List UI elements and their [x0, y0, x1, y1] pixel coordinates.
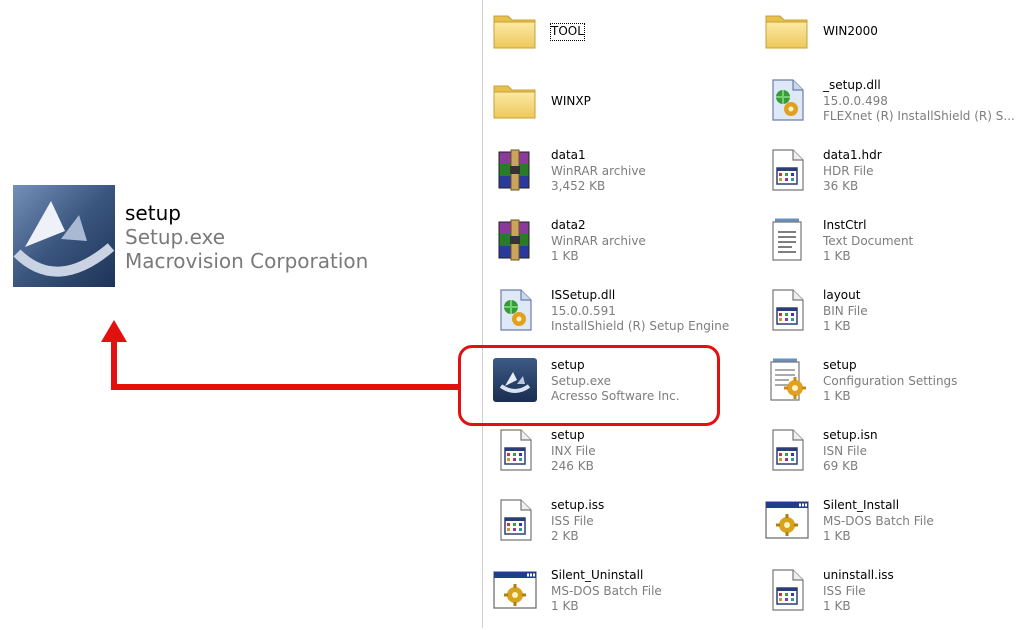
- file-detail: 1 KB: [823, 599, 851, 613]
- file-type: MS-DOS Batch File: [823, 513, 934, 528]
- file-type: WinRAR archive: [551, 163, 646, 178]
- file-tile[interactable]: data2 WinRAR archive 1 KB: [485, 212, 755, 280]
- file-detail: 36 KB: [823, 179, 859, 193]
- file-tile[interactable]: _setup.dll 15.0.0.498 FLEXnet (R) InstallS…: [757, 72, 1027, 140]
- file-name: Silent_Install: [823, 498, 900, 512]
- file-name: WINXP: [551, 94, 591, 108]
- winrar-icon: [491, 146, 539, 194]
- callout-file-name: setup: [125, 201, 181, 225]
- file-tile[interactable]: Silent_Uninstall MS-DOS Batch File 1 KB: [485, 562, 755, 630]
- generic-file-icon: [763, 286, 811, 334]
- file-detail: InstallShield (R) Setup Engine: [551, 319, 730, 333]
- file-detail: 3,452 KB: [551, 179, 606, 193]
- file-tile[interactable]: InstCtrl Text Document 1 KB: [757, 212, 1027, 280]
- generic-file-icon: [491, 426, 539, 474]
- callout-company: Macrovision Corporation: [125, 249, 369, 273]
- generic-file-icon: [763, 146, 811, 194]
- file-name: setup: [823, 358, 857, 372]
- file-type: ISS File: [551, 513, 594, 528]
- file-name: uninstall.iss: [823, 568, 894, 582]
- file-tile[interactable]: layout BIN File 1 KB: [757, 282, 1027, 350]
- file-detail: 1 KB: [823, 249, 851, 263]
- file-name: WIN2000: [823, 24, 878, 38]
- setup-callout: setup Setup.exe Macrovision Corporation: [11, 183, 391, 293]
- file-type: INX File: [551, 443, 596, 458]
- file-detail: FLEXnet (R) InstallShield (R) S...: [823, 109, 1015, 123]
- file-tile[interactable]: setup.iss ISS File 2 KB: [485, 492, 755, 560]
- file-tile[interactable]: data1.hdr HDR File 36 KB: [757, 142, 1027, 210]
- file-type: 15.0.0.498: [823, 93, 888, 108]
- generic-file-icon: [763, 566, 811, 614]
- batch-file-icon: [763, 496, 811, 544]
- folder-icon: [491, 6, 539, 54]
- file-detail: 246 KB: [551, 459, 594, 473]
- file-name: TOOL: [550, 23, 585, 41]
- generic-file-icon: [763, 426, 811, 474]
- winrar-icon: [491, 216, 539, 264]
- file-tile[interactable]: setup Configuration Settings 1 KB: [757, 352, 1027, 420]
- file-detail: 69 KB: [823, 459, 859, 473]
- file-name: _setup.dll: [823, 78, 881, 92]
- dll-icon: [491, 286, 539, 334]
- folder-icon: [491, 76, 539, 124]
- file-tile[interactable]: ISSetup.dll 15.0.0.591 InstallShield (R) S…: [485, 282, 755, 350]
- file-type: BIN File: [823, 303, 868, 318]
- file-tile[interactable]: WIN2000: [757, 2, 1027, 70]
- file-tile[interactable]: WINXP: [485, 72, 755, 140]
- file-tile[interactable]: setup INX File 246 KB: [485, 422, 755, 490]
- file-type: Configuration Settings: [823, 373, 958, 388]
- config-settings-icon: [763, 356, 811, 404]
- file-name: data1.hdr: [823, 148, 882, 162]
- file-name: ISSetup.dll: [551, 288, 616, 302]
- file-type: MS-DOS Batch File: [551, 583, 662, 598]
- file-name: data2: [551, 218, 586, 232]
- file-type: ISS File: [823, 583, 866, 598]
- file-list-panel: TOOL WIN2000 WINXP _setup.dll 15.0.0.498 FLEX…: [482, 0, 1036, 628]
- dll-icon: [763, 76, 811, 124]
- file-name: setup.iss: [551, 498, 605, 512]
- setup-highlight-box: [458, 345, 720, 426]
- file-detail: 1 KB: [823, 389, 851, 403]
- file-tile[interactable]: uninstall.iss ISS File 1 KB: [757, 562, 1027, 630]
- file-name: Silent_Uninstall: [551, 568, 644, 582]
- file-tile[interactable]: Silent_Install MS-DOS Batch File 1 KB: [757, 492, 1027, 560]
- file-type: Text Document: [823, 233, 914, 248]
- callout-file-type: Setup.exe: [125, 225, 226, 249]
- file-detail: 1 KB: [823, 529, 851, 543]
- file-type: WinRAR archive: [551, 233, 646, 248]
- generic-file-icon: [491, 496, 539, 544]
- file-tile[interactable]: TOOL: [485, 2, 755, 70]
- setup-large-icon: [11, 183, 117, 289]
- file-name: setup: [551, 428, 585, 442]
- batch-file-icon: [491, 566, 539, 614]
- file-name: setup.isn: [823, 428, 878, 442]
- file-detail: 2 KB: [551, 529, 579, 543]
- file-tile[interactable]: data1 WinRAR archive 3,452 KB: [485, 142, 755, 210]
- file-detail: 1 KB: [551, 599, 579, 613]
- file-tile[interactable]: setup.isn ISN File 69 KB: [757, 422, 1027, 490]
- file-name: data1: [551, 148, 586, 162]
- file-type: 15.0.0.591: [551, 303, 616, 318]
- text-document-icon: [763, 216, 811, 264]
- file-type: HDR File: [823, 163, 874, 178]
- file-detail: 1 KB: [551, 249, 579, 263]
- file-detail: 1 KB: [823, 319, 851, 333]
- file-name: InstCtrl: [823, 218, 867, 232]
- file-type: ISN File: [823, 443, 868, 458]
- folder-icon: [763, 6, 811, 54]
- file-name: layout: [823, 288, 861, 302]
